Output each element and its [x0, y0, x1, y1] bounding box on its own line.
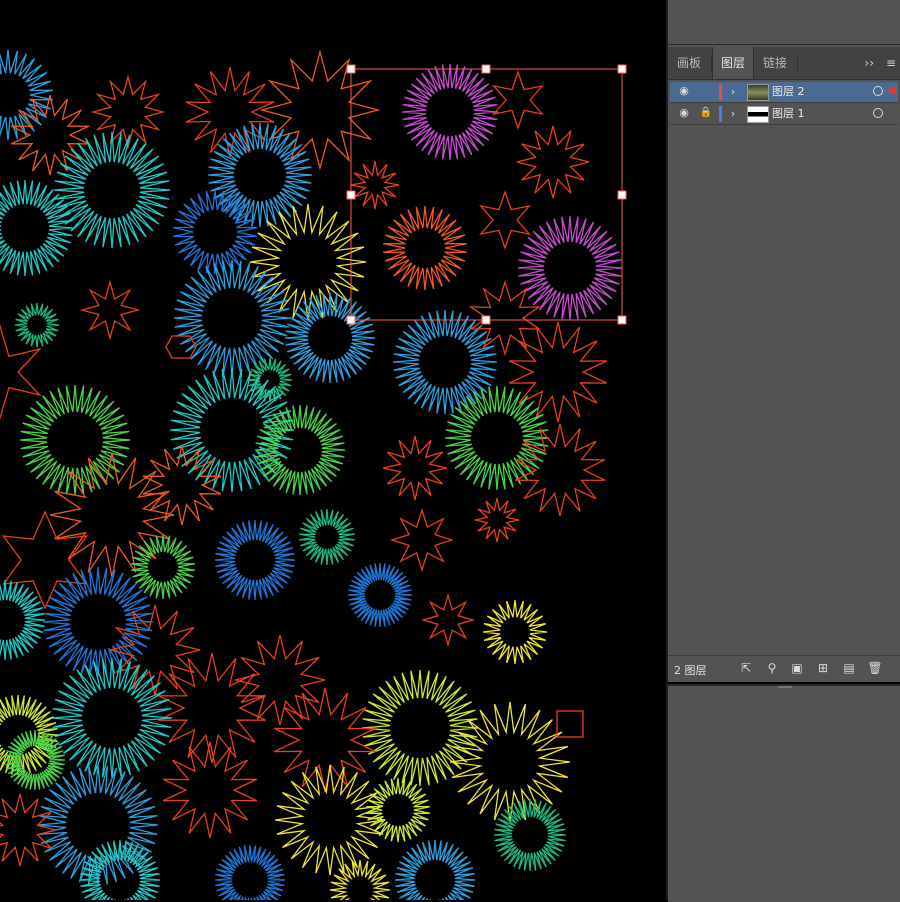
- resize-handle[interactable]: [346, 315, 356, 325]
- starburst-shape[interactable]: [2, 510, 88, 610]
- tab-links[interactable]: 链接: [754, 47, 796, 79]
- trash-icon[interactable]: 🗑: [867, 660, 883, 676]
- tab-layers[interactable]: 图层: [712, 47, 754, 79]
- resize-handle[interactable]: [481, 315, 491, 325]
- lower-empty-panel: [668, 684, 900, 902]
- starburst-shape[interactable]: [493, 798, 567, 872]
- panel-tab-bar: 画板 图层 链接 ›› ≡: [668, 47, 900, 80]
- starburst-shape[interactable]: [53, 131, 171, 249]
- resize-handle[interactable]: [481, 64, 491, 74]
- starburst-shape[interactable]: [329, 859, 391, 900]
- starburst-shape[interactable]: [492, 69, 544, 131]
- starburst-shape[interactable]: [389, 507, 455, 573]
- layer-thumbnail: [747, 84, 769, 101]
- panel-menu-icon[interactable]: ≡: [886, 47, 896, 79]
- starburst-shape[interactable]: [207, 122, 313, 228]
- starburst-shape[interactable]: [517, 215, 623, 321]
- starburst-shape[interactable]: [347, 562, 413, 628]
- clipping-mask-icon[interactable]: ▣: [789, 660, 805, 676]
- starburst-shape[interactable]: [474, 497, 520, 543]
- starburst-shape[interactable]: [509, 321, 607, 423]
- starburst-shape[interactable]: [158, 652, 266, 764]
- starburst-shape[interactable]: [420, 592, 476, 648]
- starburst-shape[interactable]: [394, 839, 476, 900]
- starburst-shape[interactable]: [131, 534, 195, 600]
- starburst-shape[interactable]: [79, 279, 141, 341]
- collapse-panel-icon[interactable]: ››: [864, 47, 874, 79]
- starburst-shape[interactable]: [382, 435, 448, 501]
- layer-name[interactable]: 图层 1: [772, 107, 805, 121]
- starburst-shape[interactable]: [350, 160, 400, 210]
- artboard-canvas[interactable]: [0, 0, 666, 900]
- selection-indicator[interactable]: [889, 87, 896, 94]
- layer-count: 2 图层: [674, 664, 707, 677]
- export-icon[interactable]: ⇱: [738, 660, 754, 676]
- layer-row-1[interactable]: ◉ 🔒 › 图层 1: [670, 104, 898, 125]
- starburst-shape[interactable]: [14, 302, 60, 348]
- layer-name[interactable]: 图层 2: [772, 85, 805, 99]
- starburst-shape[interactable]: [51, 657, 173, 779]
- resize-handle[interactable]: [617, 315, 627, 325]
- starburst-shape[interactable]: [444, 385, 550, 491]
- starburst-shape[interactable]: [299, 508, 355, 566]
- artwork: [0, 49, 627, 900]
- starburst-shape[interactable]: [383, 205, 467, 291]
- starburst-shape[interactable]: [284, 292, 376, 384]
- chevron-right-icon[interactable]: ›: [727, 106, 739, 122]
- starburst-shape[interactable]: [361, 669, 479, 787]
- starburst-shape[interactable]: [214, 844, 286, 900]
- chevron-right-icon[interactable]: ›: [727, 84, 739, 100]
- resize-grip[interactable]: [778, 686, 792, 688]
- resize-handle[interactable]: [617, 64, 627, 74]
- starburst-shape[interactable]: [516, 125, 590, 199]
- resize-handle[interactable]: [617, 190, 627, 200]
- tab-separator: [797, 55, 798, 71]
- layer-color-indicator: [719, 84, 722, 100]
- target-circle-icon[interactable]: [873, 86, 883, 96]
- lock-icon[interactable]: 🔒: [699, 106, 713, 120]
- starburst-shape[interactable]: [479, 189, 531, 251]
- resize-handle[interactable]: [346, 190, 356, 200]
- layer-row-2[interactable]: ◉ › 图层 2: [670, 82, 898, 103]
- layers-panel-footer: 2 图层 ⇱ ⚲ ▣ ⊞ ▤ 🗑: [668, 655, 900, 682]
- starburst-shape[interactable]: [42, 566, 154, 678]
- starburst-shape[interactable]: [274, 687, 376, 793]
- starburst-shape[interactable]: [214, 519, 296, 601]
- eye-icon[interactable]: ◉: [677, 84, 691, 98]
- starburst-shape[interactable]: [49, 452, 175, 578]
- starburst-shape[interactable]: [392, 309, 498, 415]
- layer-color-indicator: [719, 106, 722, 122]
- starburst-shape[interactable]: [19, 384, 131, 496]
- upper-empty-panel: [668, 0, 900, 45]
- new-sublayer-icon[interactable]: ⊞: [815, 660, 831, 676]
- starburst-shape[interactable]: [482, 599, 548, 665]
- starburst-shape[interactable]: [366, 777, 430, 843]
- new-layer-icon[interactable]: ▤: [841, 660, 857, 676]
- tab-artboards[interactable]: 画板: [668, 47, 710, 79]
- search-icon[interactable]: ⚲: [764, 660, 780, 676]
- layers-panel: 画板 图层 链接 ›› ≡ ◉ › 图层 2 ◉ 🔒 › 图层 1 2 图层 ⇱…: [668, 45, 900, 682]
- layer-thumbnail: [747, 106, 769, 123]
- starburst-shape[interactable]: [449, 701, 571, 823]
- starburst-shape[interactable]: [401, 63, 499, 161]
- starburst-shape[interactable]: [0, 793, 57, 867]
- target-circle-icon[interactable]: [873, 108, 883, 118]
- starburst-shape[interactable]: [173, 259, 291, 377]
- eye-icon[interactable]: ◉: [677, 106, 691, 120]
- resize-handle[interactable]: [346, 64, 356, 74]
- starburst-shape[interactable]: [0, 179, 74, 277]
